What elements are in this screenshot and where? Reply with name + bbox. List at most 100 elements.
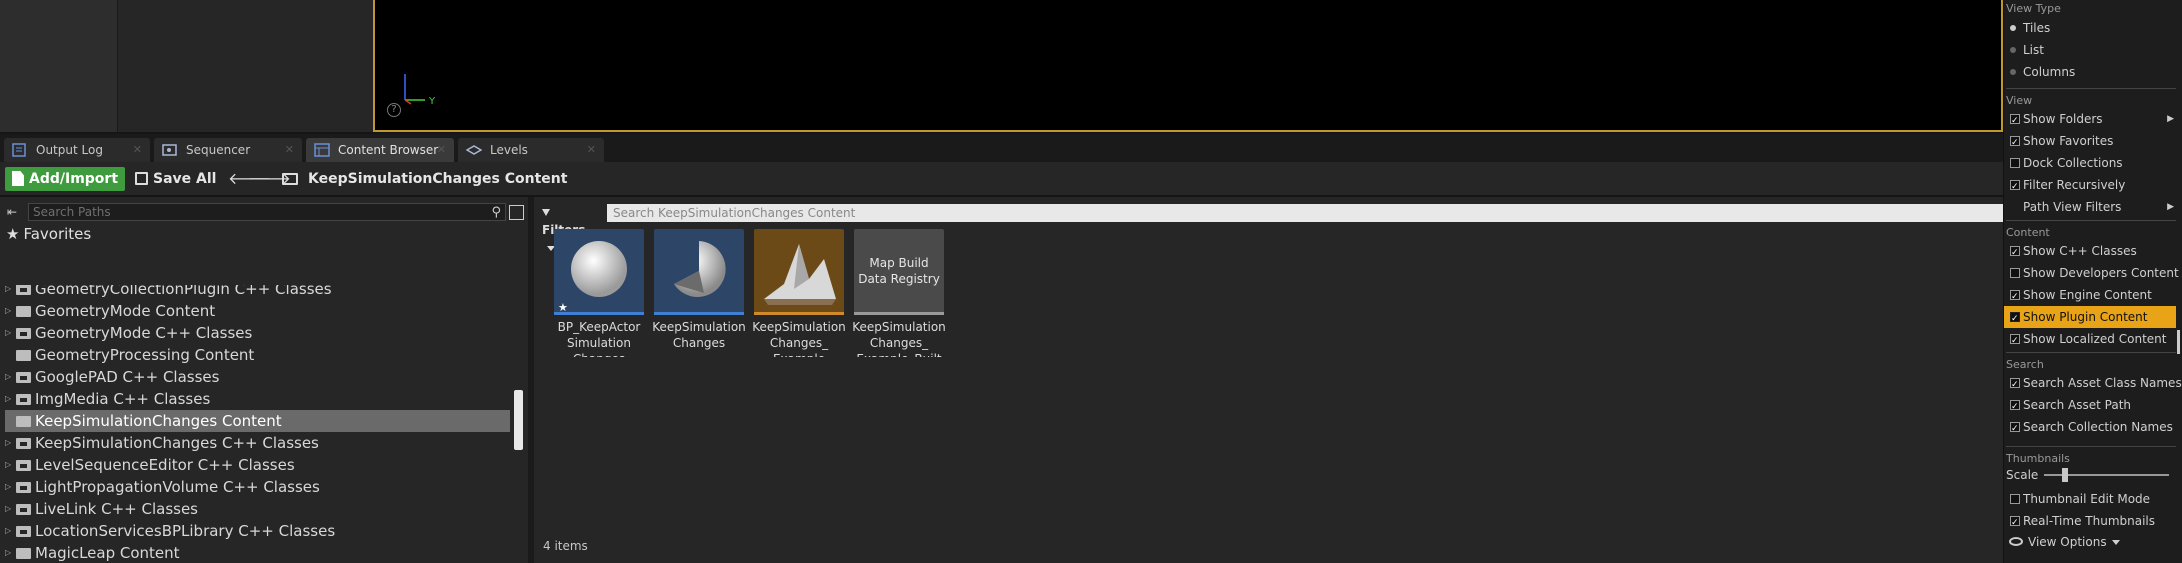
- expand-arrow-icon[interactable]: ▷: [5, 542, 11, 563]
- checkbox[interactable]: [2010, 132, 2020, 154]
- tree-item[interactable]: ▷ LocationServicesBPLibrary C++ Classes: [5, 520, 510, 542]
- checkbox[interactable]: [2010, 512, 2020, 534]
- menu-item-label: Path View Filters: [2023, 200, 2122, 214]
- menu-item[interactable]: Show Engine Content: [2004, 284, 2176, 308]
- tree-item[interactable]: ▷ KeepSimulationChanges C++ Classes: [5, 432, 510, 454]
- favorites-header[interactable]: ★ Favorites: [6, 225, 91, 243]
- help-icon[interactable]: ?: [387, 103, 401, 117]
- menu-item[interactable]: Show Developers Content: [2004, 262, 2179, 284]
- checkbox[interactable]: [2010, 308, 2020, 330]
- tree-scrollbar-thumb[interactable]: [514, 390, 523, 450]
- tab-label: Output Log: [36, 143, 103, 157]
- tree-item[interactable]: ▷ GeometryCollectionPlugin C++ Classes: [5, 285, 510, 300]
- tab-output-log[interactable]: Output Log ✕: [4, 138, 150, 162]
- expand-arrow-icon[interactable]: ▷: [5, 300, 11, 322]
- tree-item[interactable]: ▷ LightPropagationVolume C++ Classes: [5, 476, 510, 498]
- breadcrumb[interactable]: KeepSimulationChanges Content: [280, 167, 567, 191]
- back-arrow-icon[interactable]: 🡐: [228, 170, 271, 188]
- asset-tile[interactable]: ★ BP_KeepActor Simulation Changes: [554, 229, 644, 357]
- menu-item[interactable]: List: [2004, 39, 2176, 61]
- checkbox[interactable]: [2010, 158, 2020, 168]
- menu-item[interactable]: Show Favorites: [2004, 130, 2176, 154]
- menu-item[interactable]: Tiles: [2004, 17, 2176, 39]
- expand-arrow-icon[interactable]: ▷: [5, 285, 11, 300]
- tab-sequencer[interactable]: Sequencer ✕: [154, 138, 302, 162]
- asset-tile[interactable]: KeepSimulation Changes: [652, 229, 746, 357]
- expand-arrow-icon[interactable]: ▷: [5, 520, 11, 542]
- forward-arrow-icon[interactable]: 🡒: [248, 170, 291, 188]
- resize-handle[interactable]: [2177, 330, 2180, 354]
- tree-item[interactable]: ▷ GeometryMode Content: [5, 300, 510, 322]
- checkbox[interactable]: [2010, 176, 2020, 198]
- tree-item-label: GeometryProcessing Content: [35, 346, 255, 364]
- view-options-button[interactable]: View Options: [2004, 531, 2124, 553]
- tree-item[interactable]: ▷ MagicLeap Content: [5, 542, 510, 563]
- menu-item[interactable]: Real-Time Thumbnails: [2004, 510, 2176, 534]
- tab-label: Levels: [490, 143, 528, 157]
- tree-item[interactable]: ▷ ImgMedia C++ Classes: [5, 388, 510, 410]
- search-icon: ⚲: [491, 205, 501, 220]
- expand-arrow-icon[interactable]: ▷: [5, 432, 11, 454]
- tree-item[interactable]: ▷ LevelSequenceEditor C++ Classes: [5, 454, 510, 476]
- asset-tile[interactable]: Map Build Data Registry KeepSimulation C…: [852, 229, 946, 357]
- tab-levels[interactable]: Levels ✕: [458, 138, 604, 162]
- menu-item[interactable]: Search Asset Class Names: [2004, 372, 2182, 396]
- menu-item[interactable]: Show Plugin Content: [2004, 306, 2176, 330]
- expand-arrow-icon[interactable]: ▷: [5, 498, 11, 520]
- close-icon[interactable]: ✕: [285, 138, 294, 162]
- expand-arrow-icon[interactable]: ▷: [5, 322, 11, 344]
- eye-icon: [2009, 537, 2023, 546]
- tree-item[interactable]: ▷ LiveLink C++ Classes: [5, 498, 510, 520]
- expand-arrow-icon[interactable]: ▷: [5, 476, 11, 498]
- expand-arrow-icon[interactable]: ▷: [5, 366, 11, 388]
- checkbox[interactable]: [2010, 494, 2020, 504]
- level-viewport[interactable]: Y ?: [373, 0, 2003, 132]
- close-icon[interactable]: ✕: [587, 138, 596, 162]
- menu-item[interactable]: Columns: [2004, 61, 2176, 83]
- tree-item[interactable]: ▷ GeometryMode C++ Classes: [5, 322, 510, 344]
- source-view-options-icon[interactable]: [509, 205, 524, 220]
- menu-item[interactable]: Filter Recursively: [2004, 174, 2176, 198]
- chevron-down-icon: [2111, 540, 2120, 545]
- checkbox[interactable]: [2010, 242, 2020, 264]
- save-all-button[interactable]: Save All: [133, 167, 216, 191]
- filters-button[interactable]: Filters: [540, 203, 596, 251]
- checkbox[interactable]: [2010, 374, 2020, 396]
- tree-item[interactable]: GeometryProcessing Content: [5, 344, 510, 366]
- search-assets-input[interactable]: Search KeepSimulationChanges Content: [607, 204, 2003, 222]
- expand-arrow-icon[interactable]: ▷: [5, 388, 11, 410]
- menu-divider: [2006, 220, 2176, 221]
- menu-item[interactable]: Path View Filters ▶: [2004, 196, 2176, 218]
- menu-item[interactable]: Search Asset Path: [2004, 394, 2176, 418]
- tab-content-browser[interactable]: Content Browser ✕: [306, 138, 454, 162]
- menu-item[interactable]: Show Localized Content: [2004, 328, 2176, 352]
- close-icon[interactable]: ✕: [133, 138, 142, 162]
- expand-arrow-icon[interactable]: ▷: [5, 454, 11, 476]
- tree-item[interactable]: KeepSimulationChanges Content: [5, 410, 510, 432]
- checkbox[interactable]: [2010, 418, 2020, 440]
- radio-button[interactable]: [2010, 47, 2016, 53]
- add-import-label: Add/Import: [29, 171, 119, 187]
- radio-button[interactable]: [2010, 69, 2016, 75]
- checkbox[interactable]: [2010, 330, 2020, 352]
- checkbox[interactable]: [2010, 286, 2020, 308]
- radio-button[interactable]: [2010, 25, 2016, 31]
- asset-tile[interactable]: KeepSimulation Changes_ Example: [752, 229, 846, 357]
- checkbox[interactable]: [2010, 396, 2020, 418]
- tree-item[interactable]: ▷ GooglePAD C++ Classes: [5, 366, 510, 388]
- menu-item[interactable]: Dock Collections: [2004, 152, 2176, 174]
- scale-slider-handle[interactable]: [2062, 468, 2069, 482]
- search-paths-input[interactable]: Search Paths ⚲: [28, 203, 506, 221]
- menu-item[interactable]: Search Collection Names: [2004, 416, 2176, 440]
- checkbox[interactable]: [2010, 110, 2020, 132]
- menu-item-label: List: [2023, 43, 2044, 57]
- add-import-button[interactable]: Add/Import: [5, 167, 125, 206]
- menu-item[interactable]: Thumbnail Edit Mode: [2004, 488, 2176, 510]
- checkbox[interactable]: [2010, 268, 2020, 278]
- menu-item[interactable]: Show Folders ▶: [2004, 108, 2176, 132]
- folder-tree: ▷ GeometryCollectionPlugin C++ Classes ▷ Ge…: [0, 285, 515, 563]
- collapse-sources-icon[interactable]: ⇤: [7, 205, 23, 219]
- menu-item[interactable]: Show C++ Classes: [2004, 240, 2176, 264]
- close-icon[interactable]: ✕: [437, 138, 446, 162]
- menu-item-label: Search Collection Names: [2023, 420, 2173, 434]
